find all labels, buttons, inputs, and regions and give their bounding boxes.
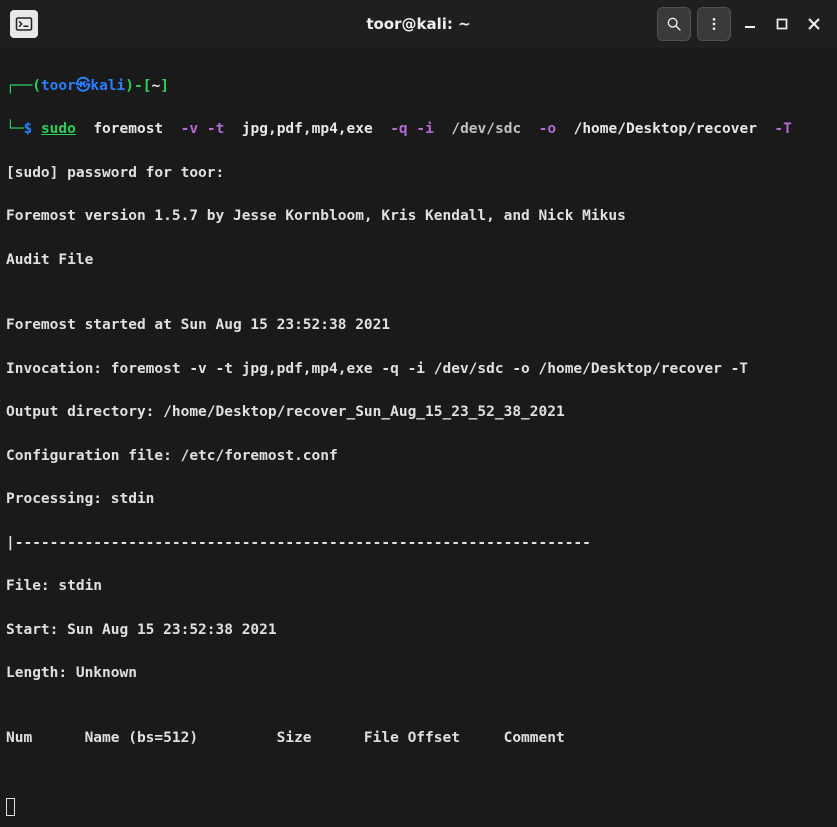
cmd-program: foremost [93,121,163,137]
app-icon [10,10,38,38]
output-sep: |---------------------------------------… [6,533,833,555]
output-started: Foremost started at Sun Aug 15 23:52:38 … [6,315,833,337]
search-icon [666,16,682,32]
prompt-symbol: $ [23,121,32,137]
prompt-line-2: └─$ sudo foremost -v -t jpg,pdf,mp4,exe … [6,119,833,141]
output-audit: Audit File [6,250,833,272]
cmd-types: jpg,pdf,mp4,exe [242,121,373,137]
minimize-button[interactable] [737,11,763,37]
cmd-flag-v: -v [181,121,198,137]
output-header: Num Name (bs=512) Size File Offset Comme… [6,728,833,750]
cmd-flag-o: -o [539,121,556,137]
output-invocation: Invocation: foremost -v -t jpg,pdf,mp4,e… [6,359,833,381]
output-processing: Processing: stdin [6,489,833,511]
output-file: File: stdin [6,576,833,598]
output-sudo-prompt: [sudo] password for toor: [6,163,833,185]
cmd-flag-t: -t [207,121,224,137]
cmd-sudo: sudo [41,121,76,137]
prompt-user: toor [41,78,76,94]
search-button[interactable] [657,7,691,41]
output-start: Start: Sun Aug 15 23:52:38 2021 [6,620,833,642]
cmd-input-dev: /dev/sdc [451,121,521,137]
output-outdir: Output directory: /home/Desktop/recover_… [6,402,833,424]
cmd-flag-q: -q [390,121,407,137]
close-button[interactable] [801,11,827,37]
prompt-line-1: ┌──(toor㉿kali)-[~] [6,76,833,98]
window-title: toor@kali: ~ [366,15,470,33]
prompt-host: kali [90,78,125,94]
output-version: Foremost version 1.5.7 by Jesse Kornbloo… [6,206,833,228]
cmd-flag-T: -T [774,121,791,137]
terminal-icon [15,15,33,33]
cmd-flag-i: -i [416,121,433,137]
titlebar-controls [657,7,827,41]
prompt-path: ~ [151,78,160,94]
maximize-button[interactable] [769,11,795,37]
cmd-output-dir: /home/Desktop/recover [574,121,757,137]
cursor [6,798,15,816]
terminal-body[interactable]: ┌──(toor㉿kali)-[~] └─$ sudo foremost -v … [0,48,837,827]
maximize-icon [776,18,788,30]
output-length: Length: Unknown [6,663,833,685]
menu-button[interactable] [697,7,731,41]
close-icon [808,18,820,30]
minimize-icon [744,18,756,30]
output-config: Configuration file: /etc/foremost.conf [6,446,833,468]
window-titlebar: toor@kali: ~ [0,0,837,48]
kebab-menu-icon [706,16,722,32]
